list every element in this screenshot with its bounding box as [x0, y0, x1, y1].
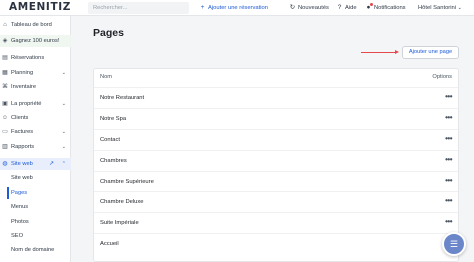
help-button[interactable]: ? Aide [336, 2, 357, 14]
subnav-item-seo[interactable]: SEO [11, 233, 23, 239]
news-button[interactable]: ↻ Nouveautés [289, 2, 329, 14]
page-name[interactable]: Notre Spa [100, 116, 126, 122]
more-options-icon[interactable]: ••• [445, 134, 452, 143]
page-name[interactable]: Chambres [100, 158, 127, 164]
subnav-item-domain[interactable]: Nom de domaine [11, 247, 54, 253]
sidebar-item-property[interactable]: ▣ La propriété ⌄ [0, 98, 71, 110]
hotel-selector[interactable]: Hôtel Santorini ⌄ [418, 2, 462, 14]
active-subnav-marker [7, 187, 9, 199]
annotation-arrow [361, 50, 399, 54]
table-row[interactable]: Notre Restaurant ••• [94, 87, 458, 108]
external-link-icon[interactable]: ↗ [49, 158, 54, 170]
gift-icon: ◈ [2, 38, 8, 44]
table-row[interactable]: Notre Spa ••• [94, 108, 458, 129]
page-name[interactable]: Chambre Supérieure [100, 179, 154, 185]
table-row[interactable]: Accueil ••• [94, 233, 458, 254]
more-options-icon[interactable]: ••• [445, 113, 452, 122]
list-icon: ▤ [2, 55, 8, 61]
notification-badge [370, 3, 373, 6]
more-options-icon[interactable]: ••• [445, 155, 452, 164]
invoice-icon: ▭ [2, 129, 8, 135]
sidebar-item-reports[interactable]: ▥ Rapports ⌄ [0, 141, 71, 153]
page-name[interactable]: Contact [100, 137, 120, 143]
page-name[interactable]: Chambre Deluxe [100, 199, 144, 205]
help-widget-button[interactable]: ☰ [442, 232, 466, 256]
search-input[interactable]: Rechercher... [88, 2, 189, 14]
add-reservation-label: Ajouter une réservation [208, 5, 268, 11]
chart-icon: ▥ [2, 144, 8, 150]
inventory-icon: ⌘ [2, 84, 8, 90]
sidebar-item-label: Tableau de bord [11, 22, 52, 28]
home-icon: ⌂ [3, 22, 7, 28]
table-row[interactable]: Suite Impériale ••• [94, 212, 458, 233]
sidebar: ⌂ Tableau de bord ◈ Gagnez 100 euros! ▤ … [0, 16, 71, 262]
chevron-up-icon: ⌃ [61, 161, 66, 167]
more-options-icon[interactable]: ••• [445, 217, 452, 226]
calendar-icon: ▦ [2, 70, 8, 76]
more-options-icon[interactable]: ••• [445, 92, 452, 101]
subnav-item-website[interactable]: Site web [11, 175, 33, 181]
table-row[interactable]: Chambre Deluxe ••• [94, 191, 458, 212]
chevron-down-icon: ⌄ [61, 129, 66, 135]
add-page-button[interactable]: Ajouter une page [402, 46, 459, 59]
table-row[interactable]: Chambres ••• [94, 150, 458, 171]
sidebar-item-label: Site web [11, 161, 33, 167]
add-reservation-button[interactable]: + Ajouter une réservation [199, 2, 268, 14]
chevron-down-icon: ⌄ [61, 70, 66, 76]
page-name[interactable]: Accueil [100, 241, 119, 247]
sidebar-item-label: Gagnez 100 euros! [11, 38, 60, 44]
chevron-down-icon: ⌄ [61, 101, 66, 107]
pages-table: Nom Options Notre Restaurant ••• Notre S… [93, 68, 459, 262]
plus-icon: + [200, 4, 205, 11]
sidebar-item-label: Factures [11, 129, 34, 135]
more-options-icon[interactable]: ••• [445, 176, 452, 185]
sidebar-item-label: Clients [11, 115, 29, 121]
column-header-name: Nom [100, 74, 113, 80]
sidebar-item-label: Rapports [11, 144, 35, 150]
chevron-down-icon: ⌄ [457, 5, 462, 11]
app-logo[interactable]: AMENITIZ [9, 1, 71, 13]
user-icon: ☺ [1, 115, 9, 121]
sidebar-item-label: La propriété [11, 101, 42, 107]
sidebar-item-planning[interactable]: ▦ Planning ⌄ [0, 67, 71, 79]
sidebar-item-referral[interactable]: ◈ Gagnez 100 euros! [0, 35, 71, 47]
sidebar-item-label: Inventaire [11, 84, 36, 90]
subnav-item-menus[interactable]: Menus [11, 204, 28, 210]
globe-icon: ◍ [2, 161, 8, 167]
sidebar-item-label: Réservations [11, 55, 45, 61]
chat-icon: ☰ [449, 239, 459, 249]
hotel-name: Hôtel Santorini [418, 5, 457, 11]
refresh-icon: ↻ [289, 4, 296, 11]
sidebar-item-website[interactable]: ◍ Site web ↗ ⌃ [0, 158, 71, 170]
news-label: Nouveautés [298, 5, 329, 11]
sidebar-item-dashboard[interactable]: ⌂ Tableau de bord [0, 19, 71, 31]
top-bar: AMENITIZ Rechercher... + Ajouter une rése… [0, 0, 474, 16]
sidebar-item-inventory[interactable]: ⌘ Inventaire [0, 81, 71, 93]
subnav-item-photos[interactable]: Photos [11, 219, 29, 225]
page-name[interactable]: Notre Restaurant [100, 95, 144, 101]
subnav-item-pages[interactable]: Pages [11, 190, 27, 196]
table-row[interactable]: Contact ••• [94, 129, 458, 150]
building-icon: ▣ [2, 101, 8, 107]
column-header-options: Options [432, 74, 452, 80]
sidebar-item-reservations[interactable]: ▤ Réservations [0, 52, 71, 64]
more-options-icon[interactable]: ••• [445, 196, 452, 205]
chevron-down-icon: ⌄ [61, 144, 66, 150]
help-label: Aide [345, 5, 357, 11]
sidebar-item-clients[interactable]: ☺ Clients [0, 112, 71, 124]
notifications-label: Notifications [374, 5, 406, 11]
page-name[interactable]: Suite Impériale [100, 220, 139, 226]
sidebar-item-invoices[interactable]: ▭ Factures ⌄ [0, 126, 71, 138]
page-title: Pages [93, 27, 124, 39]
table-row[interactable]: Chambre Supérieure ••• [94, 171, 458, 192]
question-icon: ? [337, 4, 342, 11]
sidebar-item-label: Planning [11, 70, 34, 76]
